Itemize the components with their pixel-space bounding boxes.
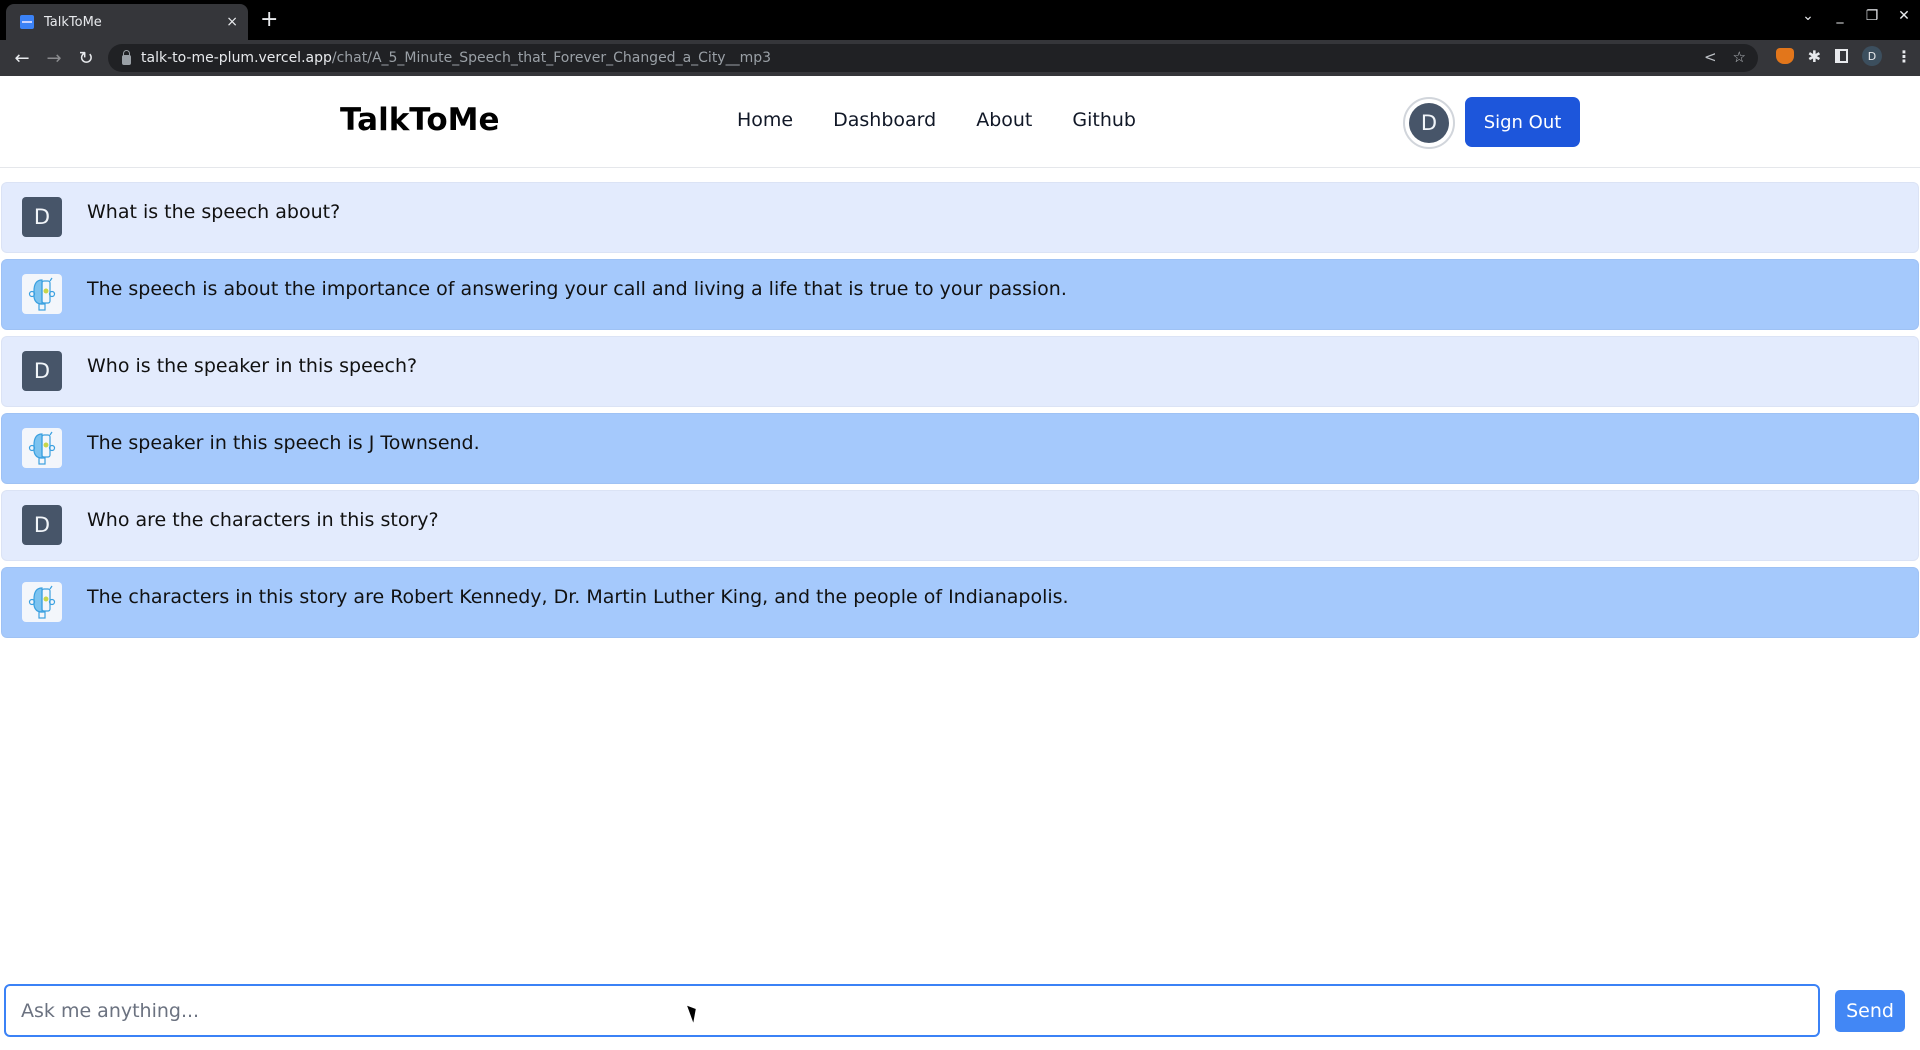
robot-icon	[22, 274, 62, 314]
sign-out-button[interactable]: Sign Out	[1465, 97, 1580, 147]
nav-github[interactable]: Github	[1072, 109, 1136, 131]
nav-dashboard[interactable]: Dashboard	[833, 109, 936, 131]
robot-icon	[22, 428, 62, 468]
browser-tab[interactable]: TalkToMe ×	[6, 4, 248, 40]
browser-toolbar: ← → ↻ talk-to-me-plum.vercel.app /chat/A…	[0, 40, 1920, 76]
share-icon[interactable]: <	[1704, 48, 1717, 66]
back-icon[interactable]: ←	[6, 48, 38, 69]
message-input[interactable]	[6, 986, 1818, 1035]
message-text: The speaker in this speech is J Townsend…	[87, 432, 480, 454]
talktome-favicon-icon	[20, 15, 34, 29]
message-text: What is the speech about?	[87, 201, 341, 223]
address-bar[interactable]: talk-to-me-plum.vercel.app /chat/A_5_Min…	[108, 44, 1758, 72]
send-button[interactable]: Send	[1835, 990, 1905, 1032]
user-avatar[interactable]: D	[1403, 97, 1455, 149]
reload-icon[interactable]: ↻	[70, 48, 102, 69]
main-nav: Home Dashboard About Github	[737, 109, 1136, 131]
chat-message-user: D What is the speech about?	[1, 182, 1919, 253]
extensions-puzzle-icon[interactable]: ✱	[1808, 47, 1821, 66]
chat-message-bot: The speaker in this speech is J Townsend…	[1, 413, 1919, 484]
user-avatar-initial: D	[1409, 103, 1449, 143]
user-avatar-icon: D	[22, 197, 62, 237]
message-text: Who are the characters in this story?	[87, 509, 439, 531]
forward-icon[interactable]: →	[38, 48, 70, 69]
page: TalkToMe Home Dashboard About Github D S…	[0, 76, 1920, 1050]
tab-search-icon[interactable]: ⌄	[1792, 8, 1824, 24]
robot-icon	[22, 582, 62, 622]
minimize-icon[interactable]: _	[1824, 8, 1856, 24]
lock-icon	[122, 50, 131, 65]
restore-icon[interactable]: ❐	[1856, 8, 1888, 24]
chat-message-user: D Who are the characters in this story?	[1, 490, 1919, 561]
url-path: /chat/A_5_Minute_Speech_that_Forever_Cha…	[331, 50, 772, 66]
nav-about[interactable]: About	[976, 109, 1032, 131]
window-close-icon[interactable]: ✕	[1888, 8, 1920, 24]
user-avatar-icon: D	[22, 505, 62, 545]
side-panel-icon[interactable]	[1835, 49, 1848, 63]
window-controls: ⌄ _ ❐ ✕	[1792, 8, 1920, 24]
browser-menu-icon[interactable]: ⋮	[1896, 47, 1912, 66]
message-text: The characters in this story are Robert …	[87, 586, 1069, 608]
browser-profile-avatar[interactable]: D	[1862, 46, 1882, 66]
bookmark-star-icon[interactable]: ☆	[1733, 48, 1746, 66]
new-tab-button[interactable]: +	[260, 8, 278, 32]
message-text: Who is the speaker in this speech?	[87, 355, 418, 377]
message-composer	[4, 984, 1820, 1037]
chat-message-bot: The characters in this story are Robert …	[1, 567, 1919, 638]
message-text: The speech is about the importance of an…	[87, 278, 1067, 300]
tab-close-icon[interactable]: ×	[226, 14, 238, 30]
chat-messages: D What is the speech about? The speech i…	[0, 182, 1920, 644]
metamask-fox-icon[interactable]	[1775, 48, 1794, 64]
tab-title: TalkToMe	[44, 14, 102, 30]
nav-home[interactable]: Home	[737, 109, 793, 131]
site-logo[interactable]: TalkToMe	[340, 102, 500, 138]
user-avatar-icon: D	[22, 351, 62, 391]
browser-tab-strip: TalkToMe × + ⌄ _ ❐ ✕	[0, 0, 1920, 40]
extension-icons: ✱ D ⋮	[1775, 46, 1912, 66]
site-header: TalkToMe Home Dashboard About Github D S…	[0, 76, 1920, 168]
url-host: talk-to-me-plum.vercel.app	[141, 50, 332, 66]
chat-message-user: D Who is the speaker in this speech?	[1, 336, 1919, 407]
chat-message-bot: The speech is about the importance of an…	[1, 259, 1919, 330]
